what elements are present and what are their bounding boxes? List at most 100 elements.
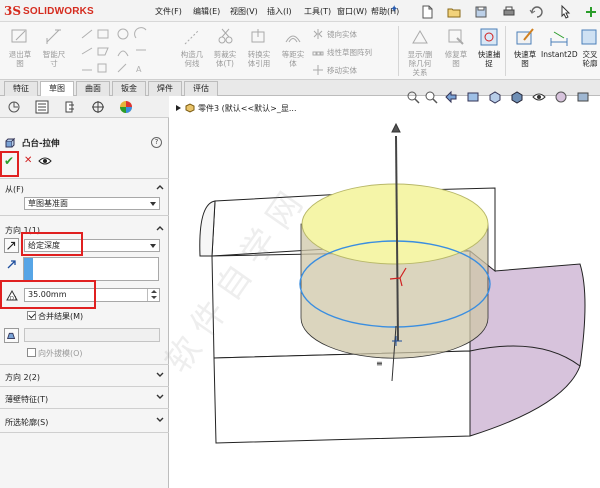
offset-entities-icon [285,35,301,43]
construct-geometry-button[interactable]: 构造几 何线 [175,24,209,78]
menu-insert[interactable]: 插入(I) [267,6,292,17]
display-relations-button[interactable]: 显示/删 除几何 关系 [402,24,438,78]
offset-entities-label: 等距实 体 [281,50,305,68]
quick-snaps-label: 快速捕 捉 [477,50,501,68]
draft-outward-checkbox[interactable] [27,348,36,357]
display-relations-icon [412,30,428,44]
feature-title: 凸台-拉伸 [22,139,60,149]
tab-evaluate[interactable]: 评估 [184,81,218,96]
direction-selection-box[interactable] [23,257,159,281]
mirror-entities-label: 镜向实体 [327,29,357,39]
draft-angle-input[interactable] [24,328,160,342]
trim-entities-button[interactable]: 剪裁实 体(T) [208,24,242,78]
draft-icon [6,332,16,339]
exit-sketch-label: 退出草 图 [8,50,32,68]
tab-surfaces[interactable]: 曲面 [76,81,110,96]
quick-snaps-button[interactable]: 快速捕 捉 [472,24,506,78]
from-value: 草图基准面 [28,199,68,208]
thin-feature-label: 薄壁特征(T) [5,395,49,404]
feature-tree-icon[interactable] [6,100,22,114]
draft-outward-label: 向外拔模(O) [38,349,83,358]
smart-dimension-label: 智能尺 寸 [42,50,66,68]
smart-dimension-button[interactable]: 智能尺 寸 [37,24,71,78]
direction-vector-icon [7,260,16,269]
direction2-group-header[interactable]: 方向 2(2) [0,370,169,384]
move-entities-button[interactable]: 移动实体 [312,63,357,77]
rebuild-icon[interactable] [582,3,598,19]
help-icon[interactable]: ? [151,137,162,148]
convert-entities-button[interactable]: 转换实 体引用 [242,24,276,78]
offset-entities-button[interactable]: 等距实 体 [276,24,310,78]
tab-weldments[interactable]: 焊件 [148,81,182,96]
command-manager: 退出草 图 智能尺 寸 A 构造几 何线 剪裁实 体(T) 转换实 体引用 等距… [0,22,600,80]
spin-up-icon [151,290,157,293]
menu-tools[interactable]: 工具(T) [304,6,331,17]
rapid-sketch-button[interactable]: 快速草 图 [508,24,542,78]
exit-sketch-icon [11,29,27,43]
ribbon-separator [398,26,399,76]
manager-tabs [0,96,169,118]
tab-sketch[interactable]: 草图 [40,81,74,97]
tab-features[interactable]: 特征 [4,81,38,96]
graphics-area[interactable]: 零件3 (默认<<默认>_显... ≡ 软件自学网 [158,90,600,488]
exit-sketch-button[interactable]: 退出草 图 [3,24,37,78]
chevron-down-icon [156,372,164,377]
repair-sketch-label: 修复草 图 [444,50,468,68]
from-group-header[interactable]: 从(F) [0,182,169,196]
open-folder-icon[interactable] [445,3,461,19]
menu-view[interactable]: 视图(V) [230,6,258,17]
chevron-down-icon [150,202,156,206]
property-manager-tab-icon[interactable] [34,100,50,114]
trim-entities-label: 剪裁实 体(T) [213,50,237,68]
shaded-contours-button[interactable]: 交叉 轮廓 [578,24,600,78]
group-divider [0,386,169,387]
new-document-icon[interactable] [418,3,434,19]
menu-edit[interactable]: 编辑(E) [193,6,220,17]
from-label: 从(F) [5,185,24,194]
dimension-marker-icon: ≡ [376,359,383,368]
display-relations-label: 显示/删 除几何 关系 [407,50,433,77]
selection-focus-bar [24,258,33,280]
undo-icon[interactable] [527,3,543,19]
linear-pattern-button[interactable]: 线性草图阵列 [312,45,372,59]
instant2d-button[interactable]: Instant2D [541,24,578,78]
svg-text:A: A [136,65,142,74]
detailed-preview-icon[interactable] [38,156,52,166]
arrow-head-icon[interactable] [391,122,401,133]
from-select[interactable]: 草图基准面 [24,197,160,210]
save-icon[interactable] [472,3,488,19]
pin-icon[interactable]: ✦ [390,4,402,16]
solidworks-logo[interactable]: 3S SOLIDWORKS [4,3,94,19]
repair-sketch-button[interactable]: 修复草 图 [439,24,473,78]
depth-spinner[interactable] [147,289,159,301]
print-icon[interactable] [500,3,516,19]
ds-logo-mark: 3S [4,4,22,18]
shaded-contours-icon [581,29,597,45]
configuration-manager-icon[interactable] [62,100,78,114]
menu-file[interactable]: 文件(F) [155,6,182,17]
display-manager-icon[interactable] [118,100,134,114]
group-divider [0,408,169,409]
tab-sheet-metal[interactable]: 钣金 [112,81,146,96]
draft-toggle-button[interactable] [4,328,19,343]
cancel-button[interactable]: ✕ [24,154,34,168]
sketch-tools-icon[interactable]: A [78,26,168,76]
rapid-sketch-icon [516,28,534,45]
menu-window[interactable]: 窗口(W) [337,6,367,17]
mirror-entities-button[interactable]: 镜向实体 [312,27,357,41]
end-condition-highlight-box [21,232,83,256]
group-divider [0,178,169,179]
selected-contours-group-header[interactable]: 所选轮廓(S) [0,415,169,429]
reverse-direction-button[interactable] [4,238,19,253]
body-lower-face [213,350,471,444]
direction2-label: 方向 2(2) [5,373,40,382]
merge-result-checkbox[interactable] [27,311,36,320]
mirror-entities-icon [313,29,323,39]
chevron-up-icon [156,226,164,231]
rapid-sketch-label: 快速草 图 [513,50,537,68]
chevron-down-icon [156,394,164,399]
select-arrow-icon[interactable] [556,3,572,19]
dimxpert-icon[interactable] [90,100,106,114]
merge-result-label: 合并结果(M) [38,312,84,321]
thin-feature-group-header[interactable]: 薄壁特征(T) [0,392,169,406]
